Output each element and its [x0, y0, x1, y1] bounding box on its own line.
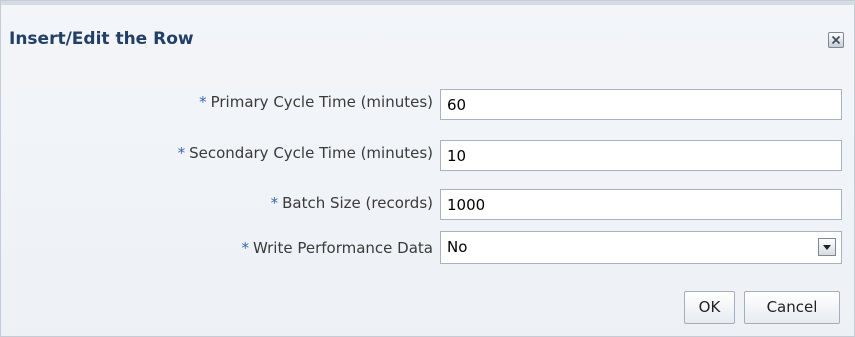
batch-size-label: * Batch Size (records) [1, 194, 433, 212]
secondary-cycle-time-label-text: Secondary Cycle Time (minutes) [189, 144, 433, 162]
dialog-title: Insert/Edit the Row [9, 29, 194, 49]
close-icon [831, 35, 841, 45]
write-performance-data-value: No [447, 238, 468, 256]
batch-size-label-text: Batch Size (records) [282, 194, 433, 212]
secondary-cycle-time-input[interactable] [440, 140, 842, 171]
required-marker: * [177, 144, 186, 162]
required-marker: * [270, 194, 279, 212]
secondary-cycle-time-label: * Secondary Cycle Time (minutes) [1, 144, 433, 162]
primary-cycle-time-label-text: Primary Cycle Time (minutes) [210, 93, 433, 111]
batch-size-input[interactable] [440, 189, 842, 220]
write-performance-data-select[interactable]: No [440, 231, 842, 264]
ok-button[interactable]: OK [684, 291, 735, 324]
primary-cycle-time-label: * Primary Cycle Time (minutes) [1, 93, 433, 111]
chevron-down-icon [823, 245, 831, 250]
dialog-top-border [1, 1, 855, 5]
write-performance-data-label: * Write Performance Data [1, 239, 433, 257]
insert-edit-dialog: Insert/Edit the Row * Primary Cycle Time … [0, 0, 855, 337]
cancel-button[interactable]: Cancel [744, 291, 840, 324]
primary-cycle-time-input[interactable] [440, 89, 842, 120]
required-marker: * [199, 93, 207, 111]
dropdown-button[interactable] [818, 238, 836, 256]
required-marker: * [241, 239, 249, 257]
write-performance-data-label-text: Write Performance Data [252, 239, 433, 257]
close-button[interactable] [828, 32, 844, 48]
